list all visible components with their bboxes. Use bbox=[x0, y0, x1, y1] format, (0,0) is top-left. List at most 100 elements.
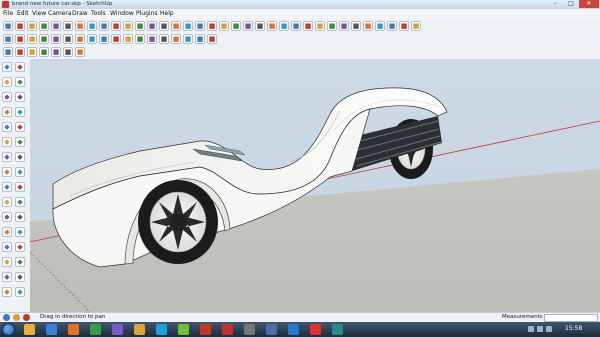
look-around-icon[interactable]: ◆ bbox=[15, 272, 25, 282]
taskbar-sketchup-icon[interactable] bbox=[200, 324, 211, 335]
next-view-icon[interactable]: ■ bbox=[303, 21, 313, 31]
3d-text-icon[interactable]: ■ bbox=[219, 21, 229, 31]
pushpull-icon[interactable]: ◆ bbox=[15, 137, 25, 147]
display-section-icon[interactable]: ■ bbox=[3, 34, 13, 44]
pencil-icon[interactable]: ■ bbox=[27, 21, 37, 31]
viewport-canvas[interactable] bbox=[19, 59, 600, 313]
taskbar-folder-icon[interactable] bbox=[134, 324, 145, 335]
menu-help[interactable]: Help bbox=[160, 10, 174, 17]
line-icon[interactable]: ◆ bbox=[15, 92, 25, 102]
shadow-icon[interactable]: ■ bbox=[387, 21, 397, 31]
offset-icon[interactable]: ■ bbox=[147, 21, 157, 31]
arc-icon[interactable]: ■ bbox=[39, 21, 49, 31]
flip-edge-icon[interactable]: ■ bbox=[75, 47, 85, 57]
iso-view-icon[interactable]: ■ bbox=[99, 34, 109, 44]
orbit-icon[interactable]: ■ bbox=[231, 21, 241, 31]
right-view-icon[interactable]: ■ bbox=[135, 34, 145, 44]
monochrome-icon[interactable]: ■ bbox=[87, 34, 97, 44]
polygon-icon[interactable]: ■ bbox=[75, 21, 85, 31]
menu-camera[interactable]: Camera bbox=[48, 10, 72, 17]
taskbar-firefox-icon[interactable] bbox=[68, 324, 79, 335]
axes-icon[interactable]: ■ bbox=[207, 21, 217, 31]
paint-icon[interactable]: ◆ bbox=[2, 77, 12, 87]
protractor-icon[interactable]: ■ bbox=[183, 21, 193, 31]
move-icon[interactable]: ◆ bbox=[2, 137, 12, 147]
taskbar-network-icon[interactable] bbox=[266, 324, 277, 335]
select-arrow-icon[interactable]: ■ bbox=[3, 21, 13, 31]
styles-icon[interactable]: ■ bbox=[411, 21, 421, 31]
scale-icon[interactable]: ◆ bbox=[2, 167, 12, 177]
tape-measure-icon[interactable]: ■ bbox=[159, 21, 169, 31]
eraser-icon[interactable]: ◆ bbox=[15, 77, 25, 87]
bird-icon[interactable]: ■ bbox=[195, 34, 205, 44]
components-icon[interactable]: ■ bbox=[363, 21, 373, 31]
close-button[interactable]: ✕ bbox=[579, 0, 599, 8]
3d-text-icon[interactable]: ◆ bbox=[15, 212, 25, 222]
zoom-extents-icon[interactable]: ■ bbox=[279, 21, 289, 31]
geo-location-icon[interactable] bbox=[3, 314, 10, 321]
back-edges-icon[interactable]: ■ bbox=[27, 34, 37, 44]
tray-volume-icon[interactable] bbox=[546, 326, 552, 332]
menu-tools[interactable]: Tools bbox=[91, 10, 106, 17]
select-icon[interactable]: ◆ bbox=[2, 62, 12, 72]
left-view-icon[interactable]: ■ bbox=[159, 34, 169, 44]
add-detail-icon[interactable]: ■ bbox=[63, 47, 73, 57]
menu-plugins[interactable]: Plugins bbox=[136, 10, 158, 17]
taskbar-game-icon[interactable] bbox=[332, 324, 343, 335]
tray-network-icon[interactable] bbox=[537, 326, 543, 332]
circle-icon[interactable]: ◆ bbox=[2, 107, 12, 117]
eraser-icon[interactable]: ■ bbox=[15, 21, 25, 31]
sun-icon[interactable]: ■ bbox=[171, 34, 181, 44]
shaded-icon[interactable]: ■ bbox=[63, 34, 73, 44]
stamp-icon[interactable]: ■ bbox=[39, 47, 49, 57]
shaded-texture-icon[interactable]: ■ bbox=[75, 34, 85, 44]
smoove-icon[interactable]: ■ bbox=[27, 47, 37, 57]
followme-icon[interactable]: ■ bbox=[123, 21, 133, 31]
followme-icon[interactable]: ◆ bbox=[15, 152, 25, 162]
taskbar-skype-icon[interactable] bbox=[156, 324, 167, 335]
menu-view[interactable]: View bbox=[32, 10, 46, 17]
dimension-icon[interactable]: ■ bbox=[171, 21, 181, 31]
walk-icon[interactable]: ■ bbox=[315, 21, 325, 31]
zoom-icon[interactable]: ■ bbox=[255, 21, 265, 31]
text-icon[interactable]: ◆ bbox=[15, 197, 25, 207]
pan-icon[interactable]: ◆ bbox=[15, 227, 25, 237]
credits-icon[interactable] bbox=[13, 314, 20, 321]
taskbar-chrome-icon[interactable] bbox=[90, 324, 101, 335]
text-icon[interactable]: ■ bbox=[195, 21, 205, 31]
zoom-icon[interactable]: ◆ bbox=[2, 242, 12, 252]
rotate-icon[interactable]: ■ bbox=[111, 21, 121, 31]
pushpull-icon[interactable]: ■ bbox=[99, 21, 109, 31]
position-camera-icon[interactable]: ■ bbox=[339, 21, 349, 31]
hidden-line-icon[interactable]: ■ bbox=[51, 34, 61, 44]
help-icon[interactable] bbox=[23, 314, 30, 321]
component-icon[interactable]: ◆ bbox=[15, 62, 25, 72]
taskbar-opera-icon[interactable] bbox=[310, 324, 321, 335]
zoom-window-icon[interactable]: ■ bbox=[267, 21, 277, 31]
start-button[interactable] bbox=[2, 323, 15, 336]
taskbar-utorrent-icon[interactable] bbox=[178, 324, 189, 335]
look-around-icon[interactable]: ■ bbox=[327, 21, 337, 31]
circle-icon[interactable]: ■ bbox=[63, 21, 73, 31]
top-view-icon[interactable]: ■ bbox=[111, 34, 121, 44]
section-plane-icon[interactable]: ■ bbox=[351, 21, 361, 31]
measurements-input[interactable] bbox=[544, 314, 598, 322]
pan-icon[interactable]: ■ bbox=[243, 21, 253, 31]
dimension-icon[interactable]: ◆ bbox=[15, 182, 25, 192]
walk-icon[interactable]: ◆ bbox=[2, 287, 12, 297]
fog-icon[interactable]: ■ bbox=[399, 21, 409, 31]
axes-icon[interactable]: ◆ bbox=[2, 212, 12, 222]
rotate-icon[interactable]: ◆ bbox=[2, 152, 12, 162]
front-view-icon[interactable]: ■ bbox=[123, 34, 133, 44]
offset-icon[interactable]: ◆ bbox=[15, 167, 25, 177]
taskbar-ie-icon[interactable] bbox=[288, 324, 299, 335]
back-view-icon[interactable]: ■ bbox=[147, 34, 157, 44]
drape-icon[interactable]: ■ bbox=[51, 47, 61, 57]
tray-flag-icon[interactable] bbox=[528, 326, 534, 332]
taskbar-settings-icon[interactable] bbox=[244, 324, 255, 335]
menu-draw[interactable]: Draw bbox=[72, 10, 88, 17]
arc-icon[interactable]: ◆ bbox=[15, 107, 25, 117]
scale-icon[interactable]: ■ bbox=[135, 21, 145, 31]
rectangle-icon[interactable]: ◆ bbox=[2, 92, 12, 102]
move-sun-icon[interactable]: ■ bbox=[183, 34, 193, 44]
